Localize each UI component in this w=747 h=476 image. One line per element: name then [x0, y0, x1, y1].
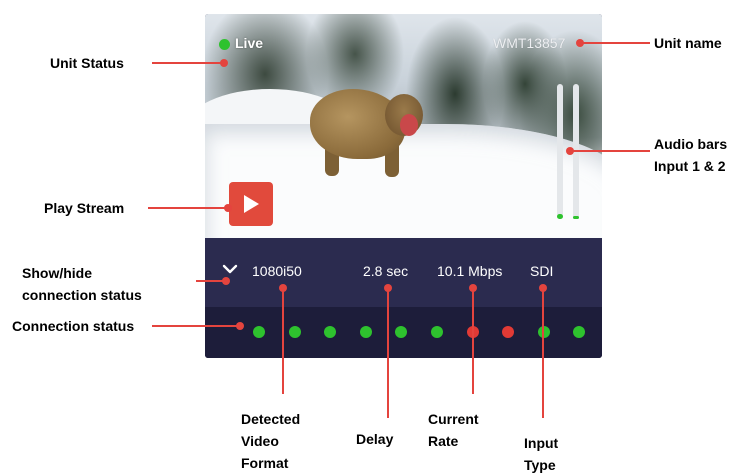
- connection-status-dot: [573, 326, 585, 338]
- callout-show-hide-2: connection status: [22, 287, 142, 303]
- callout-delay: Delay: [356, 431, 394, 447]
- connection-status-dot: [324, 326, 336, 338]
- connection-status-dot: [431, 326, 443, 338]
- callout-play-stream: Play Stream: [44, 200, 125, 216]
- video-format-value: 1080i50: [252, 263, 302, 279]
- unit-name: WMT13857: [493, 35, 566, 51]
- callout-video-format-2: Video: [241, 433, 279, 449]
- callout-audio-bars-1: Audio bars: [654, 136, 728, 152]
- unit-status-text: Live: [235, 35, 264, 51]
- callout-unit-status: Unit Status: [50, 55, 124, 71]
- callout-connection-status: Connection status: [12, 318, 135, 334]
- callout-input-type-1: Input: [524, 435, 559, 451]
- callout-current-rate-1: Current: [428, 411, 479, 427]
- audio-bar-input-1: [557, 84, 563, 219]
- play-icon: [244, 195, 259, 213]
- play-stream-button[interactable]: [229, 182, 273, 226]
- connection-status-dot: [360, 326, 372, 338]
- connection-status-dot: [502, 326, 514, 338]
- chevron-down-icon[interactable]: [221, 262, 239, 276]
- connection-status-dot: [289, 326, 301, 338]
- video-preview: Live WMT13857: [205, 14, 602, 238]
- callout-input-type-2: Type: [524, 457, 556, 473]
- callout-show-hide-1: Show/hide: [22, 265, 92, 281]
- connection-status-dot: [395, 326, 407, 338]
- connection-status-dot: [253, 326, 265, 338]
- delay-value: 2.8 sec: [363, 263, 409, 279]
- input-type-value: SDI: [530, 263, 554, 279]
- connection-status-dot: [538, 326, 550, 338]
- callout-video-format-1: Detected: [241, 411, 301, 427]
- live-status-dot: [219, 39, 230, 50]
- current-rate-value: 10.1 Mbps: [437, 263, 503, 279]
- callout-current-rate-2: Rate: [428, 433, 459, 449]
- callout-unit-name: Unit name: [654, 35, 722, 51]
- callout-audio-bars-2: Input 1 & 2: [654, 158, 726, 174]
- callout-video-format-3: Format: [241, 455, 289, 471]
